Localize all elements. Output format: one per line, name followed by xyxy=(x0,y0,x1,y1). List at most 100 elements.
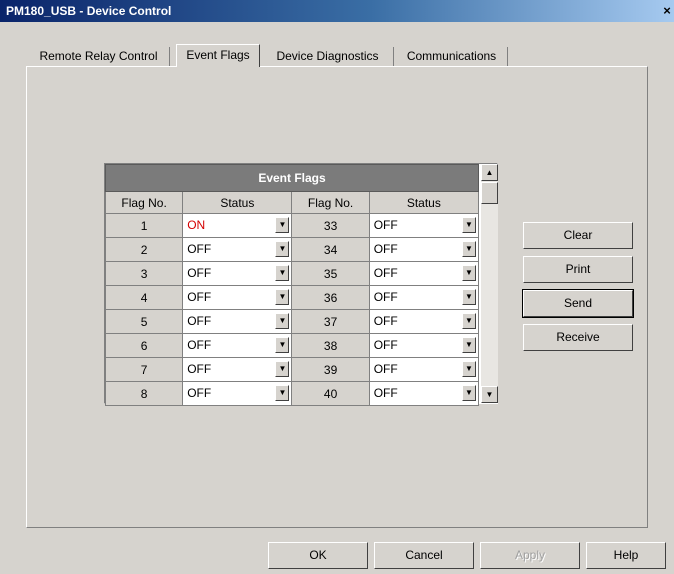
status-dropdown[interactable]: OFF ▼ xyxy=(368,285,480,310)
table-row: 3 OFF ▼ 35 OFF ▼ xyxy=(104,261,480,286)
clear-button[interactable]: Clear xyxy=(523,222,633,249)
status-value: OFF xyxy=(187,266,212,280)
flag-number: 39 xyxy=(291,357,370,382)
tab-label: Remote Relay Control xyxy=(39,49,158,63)
status-value: OFF xyxy=(187,314,212,328)
chevron-down-icon[interactable]: ▼ xyxy=(462,361,476,377)
status-dropdown[interactable]: OFF ▼ xyxy=(368,213,480,238)
flag-number: 2 xyxy=(104,237,184,262)
close-icon[interactable]: × xyxy=(660,2,674,20)
cancel-button[interactable]: Cancel xyxy=(374,542,474,569)
status-value: OFF xyxy=(373,218,398,232)
flag-number: 34 xyxy=(291,237,370,262)
column-header-flag-no: Flag No. xyxy=(104,191,184,214)
status-dropdown[interactable]: OFF ▼ xyxy=(182,333,293,358)
status-dropdown[interactable]: OFF ▼ xyxy=(182,237,293,262)
apply-button: Apply xyxy=(480,542,580,569)
window-title: PM180_USB - Device Control xyxy=(6,4,172,18)
status-value: OFF xyxy=(373,362,398,376)
column-header-status: Status xyxy=(182,191,293,214)
chevron-down-icon[interactable]: ▼ xyxy=(275,241,290,257)
status-value: OFF xyxy=(373,290,398,304)
column-header-status: Status xyxy=(368,191,480,214)
status-dropdown[interactable]: OFF ▼ xyxy=(368,381,480,406)
print-button[interactable]: Print xyxy=(523,256,633,283)
tab-event-flags[interactable]: Event Flags xyxy=(176,44,260,67)
column-header-flag-no: Flag No. xyxy=(291,191,370,214)
status-value: OFF xyxy=(373,242,398,256)
chevron-down-icon[interactable]: ▼ xyxy=(462,241,476,257)
status-dropdown[interactable]: OFF ▼ xyxy=(368,261,480,286)
flag-number: 1 xyxy=(104,213,184,238)
flag-number: 33 xyxy=(291,213,370,238)
flag-number: 36 xyxy=(291,285,370,310)
chevron-down-icon[interactable]: ▼ xyxy=(462,265,476,281)
tab-label: Device Diagnostics xyxy=(276,49,379,63)
chevron-down-icon[interactable]: ▼ xyxy=(275,265,290,281)
tab-label: Event Flags xyxy=(186,48,250,62)
chevron-down-icon[interactable]: ▼ xyxy=(462,313,476,329)
status-value: OFF xyxy=(373,338,398,352)
scroll-down-icon[interactable]: ▼ xyxy=(481,386,498,403)
chevron-down-icon[interactable]: ▼ xyxy=(275,217,290,233)
tab-communications[interactable]: Communications xyxy=(396,47,508,66)
flag-number: 3 xyxy=(104,261,184,286)
flag-number: 6 xyxy=(104,333,184,358)
scroll-up-icon[interactable]: ▲ xyxy=(481,164,498,181)
chevron-down-icon[interactable]: ▼ xyxy=(275,289,290,305)
grid-title: Event Flags xyxy=(105,164,479,192)
table-row: 4 OFF ▼ 36 OFF ▼ xyxy=(104,285,480,310)
table-row: 5 OFF ▼ 37 OFF ▼ xyxy=(104,309,480,334)
receive-button[interactable]: Receive xyxy=(523,324,633,351)
status-dropdown[interactable]: OFF ▼ xyxy=(368,333,480,358)
ok-button[interactable]: OK xyxy=(268,542,368,569)
tab-remote-relay-control[interactable]: Remote Relay Control xyxy=(28,47,170,66)
status-value: OFF xyxy=(373,386,398,400)
status-value: ON xyxy=(187,218,206,232)
status-value: OFF xyxy=(187,362,212,376)
status-dropdown[interactable]: OFF ▼ xyxy=(368,357,480,382)
vertical-scrollbar[interactable]: ▲ ▼ xyxy=(481,164,498,403)
table-row: 1 ON ▼ 33 OFF ▼ xyxy=(104,213,480,238)
chevron-down-icon[interactable]: ▼ xyxy=(275,337,290,353)
status-dropdown[interactable]: OFF ▼ xyxy=(182,381,293,406)
flag-number: 5 xyxy=(104,309,184,334)
flag-number: 35 xyxy=(291,261,370,286)
tab-device-diagnostics[interactable]: Device Diagnostics xyxy=(262,47,394,66)
chevron-down-icon[interactable]: ▼ xyxy=(462,289,476,305)
status-value: OFF xyxy=(373,314,398,328)
chevron-down-icon[interactable]: ▼ xyxy=(275,361,290,377)
table-row: 6 OFF ▼ 38 OFF ▼ xyxy=(104,333,480,358)
help-button[interactable]: Help xyxy=(586,542,666,569)
status-dropdown[interactable]: OFF ▼ xyxy=(182,357,293,382)
status-dropdown[interactable]: OFF ▼ xyxy=(368,309,480,334)
chevron-down-icon[interactable]: ▼ xyxy=(462,337,476,353)
status-dropdown[interactable]: OFF ▼ xyxy=(182,261,293,286)
status-dropdown[interactable]: OFF ▼ xyxy=(182,285,293,310)
flag-number: 7 xyxy=(104,357,184,382)
flag-number: 37 xyxy=(291,309,370,334)
scroll-thumb[interactable] xyxy=(481,182,498,204)
status-value: OFF xyxy=(187,386,212,400)
chevron-down-icon[interactable]: ▼ xyxy=(462,385,476,401)
status-dropdown[interactable]: ON ▼ xyxy=(182,213,293,238)
status-value: OFF xyxy=(373,266,398,280)
tab-label: Communications xyxy=(406,49,497,63)
status-dropdown[interactable]: OFF ▼ xyxy=(182,309,293,334)
status-value: OFF xyxy=(187,242,212,256)
table-row: 7 OFF ▼ 39 OFF ▼ xyxy=(104,357,480,382)
table-row: 2 OFF ▼ 34 OFF ▼ xyxy=(104,237,480,262)
status-value: OFF xyxy=(187,338,212,352)
chevron-down-icon[interactable]: ▼ xyxy=(462,217,476,233)
status-dropdown[interactable]: OFF ▼ xyxy=(368,237,480,262)
title-bar: PM180_USB - Device Control × xyxy=(0,0,674,22)
chevron-down-icon[interactable]: ▼ xyxy=(275,313,290,329)
flag-number: 8 xyxy=(104,381,184,406)
flag-number: 38 xyxy=(291,333,370,358)
flag-number: 40 xyxy=(291,381,370,406)
chevron-down-icon[interactable]: ▼ xyxy=(275,385,290,401)
table-row: 8 OFF ▼ 40 OFF ▼ xyxy=(104,381,480,406)
flag-number: 4 xyxy=(104,285,184,310)
send-button[interactable]: Send xyxy=(522,289,634,318)
status-value: OFF xyxy=(187,290,212,304)
